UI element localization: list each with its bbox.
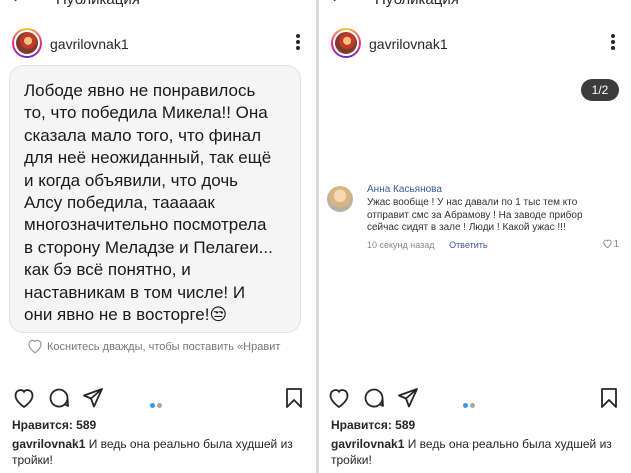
- heart-outline-icon: [28, 339, 42, 354]
- note-line: то, что победила Микела!! Она: [24, 103, 268, 123]
- heart-outline-icon: [603, 239, 613, 249]
- action-bar: [0, 386, 316, 412]
- share-icon[interactable]: [81, 386, 105, 410]
- comment-time: 10 секунд назад: [367, 240, 435, 250]
- post-header: gavrilovnak1: [319, 26, 631, 64]
- comment-icon[interactable]: [362, 386, 386, 410]
- note-text: Лободе явно не понравилось то, что побед…: [24, 80, 294, 326]
- note-line: и когда объявили, что дочь: [24, 170, 239, 190]
- screen-title: Публикация: [375, 0, 459, 8]
- comment-like-count: 1: [613, 239, 619, 250]
- avatar[interactable]: [331, 28, 361, 58]
- note-line: Алсу победила, таааaак: [24, 193, 215, 213]
- comment-like[interactable]: 1: [602, 238, 619, 250]
- comment-text: Ужас вообще ! У нас давали по 1 тыс тем …: [367, 197, 607, 235]
- note-line: для неё неожиданный, так ещё: [24, 148, 272, 168]
- post-header: gavrilovnak1: [0, 26, 316, 64]
- post-panel-right: ‹ Публикация gavrilovnak1 1/2 Анна Касья…: [319, 0, 631, 473]
- bookmark-icon[interactable]: [597, 386, 621, 410]
- like-heart-icon[interactable]: [12, 386, 36, 410]
- note-line: как бэ всё понятно, и: [24, 260, 191, 280]
- bookmark-icon[interactable]: [282, 386, 306, 410]
- comment-icon[interactable]: [47, 386, 71, 410]
- carousel-dot: [157, 403, 162, 408]
- like-heart-icon[interactable]: [327, 386, 351, 410]
- note-line: сказала мало того, что финал: [24, 125, 262, 145]
- comment-line: сейчас сидят в зале ! Люди ! Какой ужас …: [367, 222, 566, 233]
- top-bar: ‹ Публикация: [319, 0, 631, 8]
- caption: gavrilovnak1 И ведь она реально была худ…: [12, 436, 308, 468]
- action-bar: [319, 386, 631, 412]
- avatar[interactable]: [12, 28, 42, 58]
- comment-avatar[interactable]: [327, 186, 353, 212]
- note-line: многозначительно посмотрела: [24, 215, 267, 235]
- likes-count[interactable]: Нравится: 589: [12, 418, 96, 432]
- post-panel-left: ‹ Публикация gavrilovnak1 Лободе явно не…: [0, 0, 316, 473]
- chevron-left-icon[interactable]: ‹: [331, 0, 336, 7]
- carousel-dots: [149, 395, 163, 408]
- more-options-icon[interactable]: [296, 32, 300, 52]
- screen-title: Публикация: [56, 0, 140, 8]
- note-card: Лободе явно не понравилось то, что побед…: [9, 65, 301, 333]
- carousel-dots: [462, 395, 476, 408]
- carousel-dot: [470, 403, 475, 408]
- caption-username[interactable]: gavrilovnak1: [12, 437, 85, 451]
- caption: gavrilovnak1 И ведь она реально была худ…: [331, 436, 627, 468]
- carousel-dot-active: [463, 403, 468, 408]
- note-line: в сторону Меладзе и Пелагеи...: [24, 237, 273, 257]
- more-options-icon[interactable]: [611, 32, 615, 52]
- username[interactable]: gavrilovnak1: [50, 36, 129, 52]
- username[interactable]: gavrilovnak1: [369, 36, 448, 52]
- comment-line: отправит смс за Абрамову ! На заводе при…: [367, 209, 583, 221]
- double-tap-hint-text: Коснитесь дважды, чтобы поставить «Нрави…: [47, 341, 281, 353]
- comment-meta: 10 секунд назад Ответить: [367, 240, 488, 250]
- likes-count[interactable]: Нравится: 589: [331, 418, 415, 432]
- caption-username[interactable]: gavrilovnak1: [331, 437, 404, 451]
- share-icon[interactable]: [396, 386, 420, 410]
- reply-button[interactable]: Ответить: [449, 240, 487, 250]
- carousel-dot-active: [150, 403, 155, 408]
- comment-line: Ужас вообще ! У нас давали по 1 тыс тем …: [367, 197, 578, 208]
- note-line: наставникам в том числе! И: [24, 282, 246, 302]
- top-bar: ‹ Публикация: [0, 0, 316, 8]
- note-line: они явно не в восторге!😒: [24, 305, 228, 325]
- comment-author[interactable]: Анна Касьянова: [367, 184, 442, 195]
- note-line: Лободе явно не понравилось: [24, 81, 256, 100]
- chevron-left-icon[interactable]: ‹: [12, 0, 17, 7]
- carousel-counter: 1/2: [581, 79, 619, 101]
